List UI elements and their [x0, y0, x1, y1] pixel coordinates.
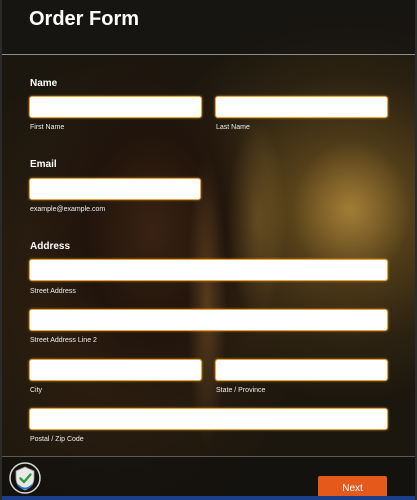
state-input[interactable]	[215, 359, 388, 381]
background-highlight	[227, 120, 287, 320]
first-name-input[interactable]	[29, 96, 202, 118]
first-name-sublabel: First Name	[30, 124, 65, 131]
email-sublabel: example@example.com	[30, 206, 106, 213]
email-input[interactable]	[29, 178, 201, 200]
street-address-2-sublabel: Street Address Line 2	[30, 337, 97, 344]
address-label: Address	[30, 241, 71, 252]
bottom-strip	[2, 496, 415, 500]
street-address-input[interactable]	[29, 259, 388, 281]
street-address-2-input[interactable]	[29, 309, 388, 331]
name-label: Name	[30, 78, 58, 89]
last-name-input[interactable]	[215, 96, 388, 118]
postal-code-sublabel: Postal / Zip Code	[30, 436, 84, 443]
form-header: Order Form	[2, 0, 415, 55]
street-address-sublabel: Street Address	[30, 288, 76, 295]
state-sublabel: State / Province	[216, 387, 266, 394]
form-title: Order Form	[29, 8, 140, 30]
form-page: Order Form Name First Name Last Name Ema…	[0, 0, 417, 500]
last-name-sublabel: Last Name	[216, 124, 250, 131]
city-sublabel: City	[30, 387, 43, 394]
email-label: Email	[30, 159, 57, 170]
city-input[interactable]	[29, 359, 202, 381]
shield-check-icon	[9, 462, 41, 494]
postal-code-input[interactable]	[29, 408, 388, 430]
